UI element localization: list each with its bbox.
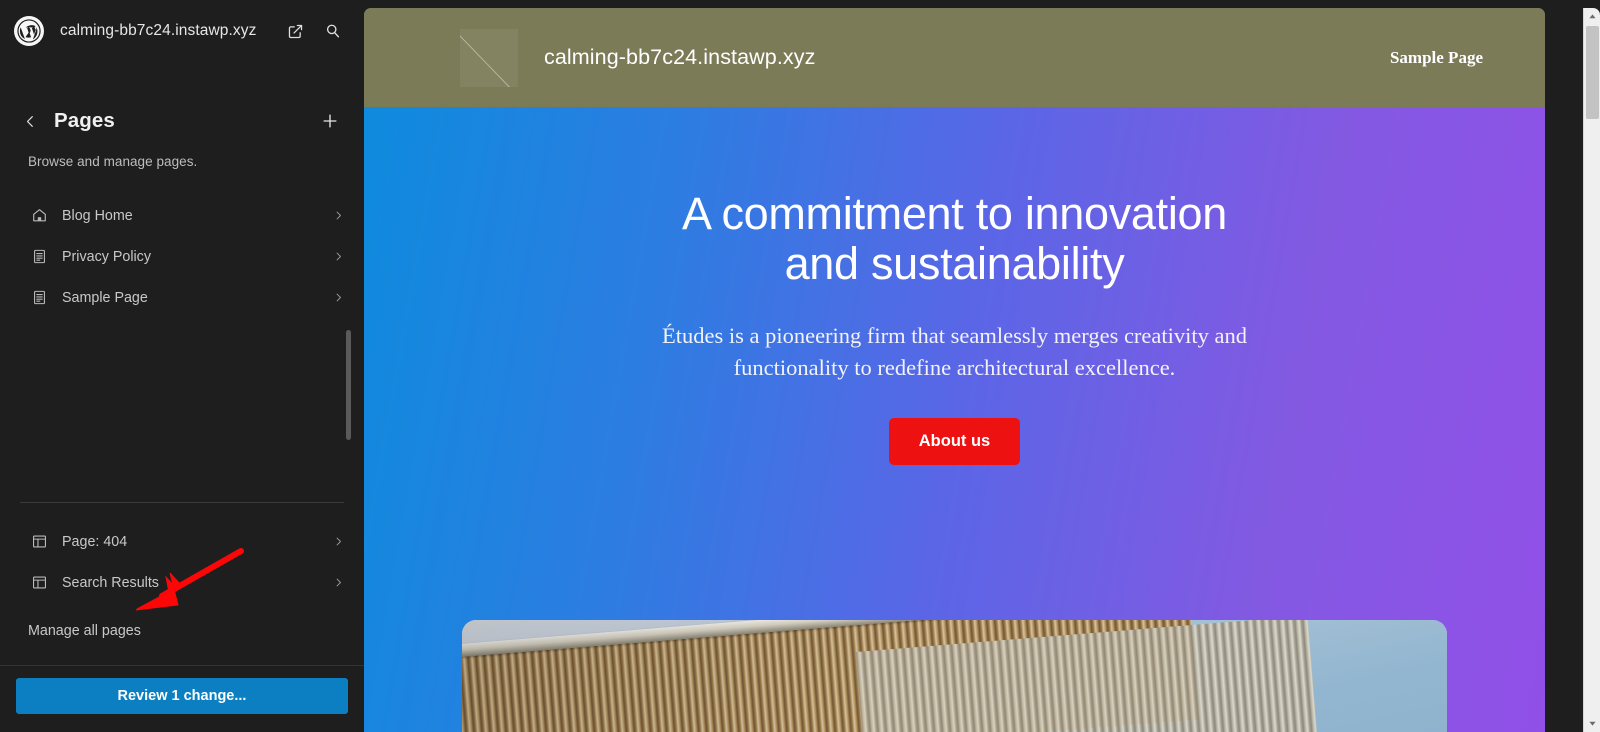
site-title[interactable]: calming-bb7c24.instawp.xyz: [544, 45, 1390, 70]
sidebar-item-blog-home[interactable]: Blog Home: [0, 195, 364, 236]
caret-up-icon[interactable]: [1584, 8, 1600, 25]
site-editor-sidebar: calming-bb7c24.instawp.xyz Pages Browse …: [0, 0, 364, 732]
editor-window: calming-bb7c24.instawp.xyz Pages Browse …: [0, 0, 1600, 732]
chevron-right-icon: [332, 251, 344, 262]
templates-list: Page: 404 Search Results: [0, 521, 364, 603]
chevron-right-icon: [332, 536, 344, 547]
site-header: calming-bb7c24.instawp.xyz Sample Page: [364, 8, 1545, 107]
about-us-button[interactable]: About us: [888, 417, 1021, 465]
document-icon: [28, 287, 50, 309]
review-changes-button[interactable]: Review 1 change...: [16, 678, 348, 714]
caret-down-icon[interactable]: [1584, 715, 1600, 732]
external-link-icon[interactable]: [280, 16, 310, 46]
pages-panel-header: Pages: [0, 98, 364, 144]
manage-all-pages-link[interactable]: Manage all pages: [0, 623, 364, 639]
photo-shading: [462, 620, 1447, 732]
wordpress-logo-icon[interactable]: [14, 16, 44, 46]
hero-heading: A commitment to innovation and sustainab…: [595, 188, 1315, 290]
chevron-right-icon: [332, 210, 344, 221]
sidebar-site-name: calming-bb7c24.instawp.xyz: [60, 22, 257, 39]
sidebar-item-page-404[interactable]: Page: 404: [0, 521, 364, 562]
hero-subtitle: Études is a pioneering firm that seamles…: [661, 322, 1248, 380]
hero-section: A commitment to innovation and sustainab…: [364, 107, 1545, 732]
sidebar-item-label: Page: 404: [62, 533, 128, 550]
page-title: Pages: [54, 109, 115, 132]
pages-panel-description: Browse and manage pages.: [28, 154, 198, 169]
sidebar-item-label: Sample Page: [62, 289, 148, 306]
site-preview-frame[interactable]: calming-bb7c24.instawp.xyz Sample Page A…: [364, 8, 1545, 732]
chevron-right-icon: [332, 577, 344, 588]
document-icon: [28, 246, 50, 268]
sidebar-item-sample-page[interactable]: Sample Page: [0, 277, 364, 318]
browser-vertical-scrollbar[interactable]: [1583, 8, 1600, 732]
sidebar-item-label: Search Results: [62, 574, 159, 591]
chevron-right-icon: [332, 292, 344, 303]
pages-list: Blog Home Privacy Policy Sample Page: [0, 195, 364, 318]
sidebar-site-bar: calming-bb7c24.instawp.xyz: [0, 0, 364, 62]
hero-heading-line-2: and sustainability: [784, 238, 1125, 290]
chevron-left-icon[interactable]: [16, 107, 44, 135]
sidebar-scrollbar-thumb[interactable]: [346, 330, 351, 440]
plus-icon[interactable]: [316, 107, 344, 135]
preview-canvas: calming-bb7c24.instawp.xyz Sample Page A…: [364, 0, 1600, 732]
hero-heading-line-1: A commitment to innovation: [682, 188, 1227, 239]
sidebar-item-label: Privacy Policy: [62, 248, 151, 265]
sidebar-divider: [20, 502, 344, 503]
home-icon: [28, 205, 50, 227]
template-icon: [28, 572, 50, 594]
broken-image-icon: [460, 28, 518, 87]
building-facade-photo: [462, 620, 1447, 732]
search-icon[interactable]: [318, 16, 348, 46]
sidebar-item-search-results[interactable]: Search Results: [0, 562, 364, 603]
scrollbar-thumb[interactable]: [1586, 26, 1599, 119]
sidebar-item-privacy-policy[interactable]: Privacy Policy: [0, 236, 364, 277]
sidebar-item-label: Blog Home: [62, 207, 133, 224]
site-nav-link-sample-page[interactable]: Sample Page: [1390, 48, 1483, 68]
save-panel: Review 1 change...: [0, 665, 364, 732]
template-icon: [28, 531, 50, 553]
